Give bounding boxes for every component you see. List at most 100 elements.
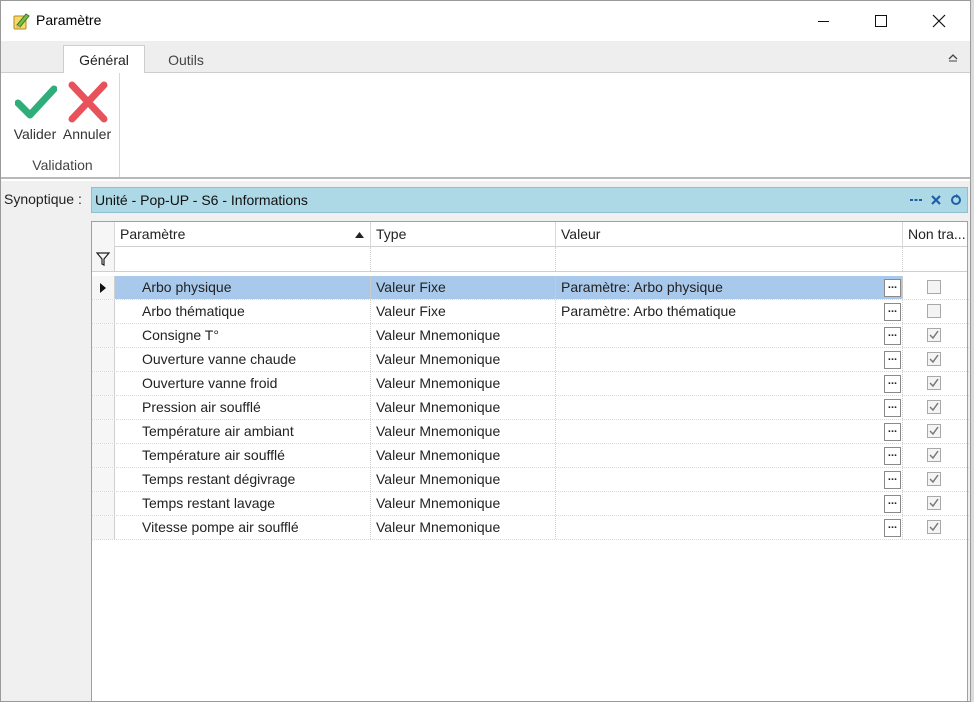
cell-parametre[interactable]: Température air soufflé (115, 444, 371, 467)
filter-valeur-input[interactable] (556, 247, 903, 271)
non-tra-checkbox[interactable] (927, 328, 941, 342)
cell-parametre[interactable]: Température air ambiant (115, 420, 371, 443)
row-indicator[interactable] (92, 372, 115, 395)
row-indicator[interactable] (92, 396, 115, 419)
non-tra-checkbox[interactable] (927, 352, 941, 366)
column-header-parametre[interactable]: Paramètre (115, 222, 371, 247)
row-indicator[interactable] (92, 444, 115, 467)
cell-parametre[interactable]: Pression air soufflé (115, 396, 371, 419)
non-tra-checkbox[interactable] (927, 448, 941, 462)
checkmark-icon (929, 378, 939, 388)
cell-type[interactable]: Valeur Mnemonique (371, 420, 556, 443)
ellipsis-button[interactable]: ... (884, 495, 901, 513)
table-row[interactable]: Temps restant dégivrage Valeur Mnemonique… (92, 468, 969, 492)
ellipsis-button[interactable]: ... (884, 423, 901, 441)
non-tra-checkbox[interactable] (927, 472, 941, 486)
row-indicator[interactable] (92, 468, 115, 491)
table-row[interactable]: Temps restant lavage Valeur Mnemonique... (92, 492, 969, 516)
cell-type[interactable]: Valeur Mnemonique (371, 348, 556, 371)
non-tra-checkbox[interactable] (927, 496, 941, 510)
cell-valeur[interactable]: Paramètre: Arbo thématique... (556, 300, 903, 323)
ellipsis-button[interactable]: ... (884, 519, 901, 537)
cross-icon (68, 81, 108, 123)
filter-type-input[interactable] (371, 247, 556, 271)
non-tra-checkbox[interactable] (927, 376, 941, 390)
table-row[interactable]: Température air soufflé Valeur Mnemonique… (92, 444, 969, 468)
non-tra-checkbox[interactable] (927, 520, 941, 534)
maximize-button[interactable] (852, 1, 910, 41)
cell-non-tra (903, 396, 969, 419)
collapse-ribbon-button[interactable] (946, 50, 960, 64)
cell-parametre[interactable]: Arbo thématique (115, 300, 371, 323)
cell-type[interactable]: Valeur Mnemonique (371, 468, 556, 491)
row-indicator[interactable] (92, 516, 115, 539)
valider-button[interactable]: Valider (9, 77, 61, 143)
filter-parametre-input[interactable] (115, 247, 371, 271)
cell-type[interactable]: Valeur Mnemonique (371, 324, 556, 347)
minimize-button[interactable] (794, 1, 852, 41)
table-row[interactable]: Ouverture vanne chaude Valeur Mnemonique.… (92, 348, 969, 372)
cell-valeur[interactable]: ... (556, 348, 903, 371)
tab-outils[interactable]: Outils (151, 45, 221, 74)
cell-parametre[interactable]: Ouverture vanne froid (115, 372, 371, 395)
ellipsis-button[interactable]: ... (884, 351, 901, 369)
table-row[interactable]: Vitesse pompe air soufflé Valeur Mnemoniq… (92, 516, 969, 540)
cell-valeur[interactable]: ... (556, 492, 903, 515)
remove-icon[interactable] (929, 193, 943, 207)
tab-general[interactable]: Général (63, 45, 145, 74)
non-tra-checkbox[interactable] (927, 424, 941, 438)
table-row[interactable]: Température air ambiant Valeur Mnemonique… (92, 420, 969, 444)
cell-valeur[interactable]: ... (556, 516, 903, 539)
cell-type[interactable]: Valeur Fixe (371, 300, 556, 323)
cell-parametre[interactable]: Arbo physique (115, 276, 371, 299)
row-indicator[interactable] (92, 300, 115, 323)
filter-icon (96, 252, 110, 266)
ellipsis-button[interactable]: ... (884, 471, 901, 489)
table-row[interactable]: Pression air soufflé Valeur Mnemonique... (92, 396, 969, 420)
cell-valeur[interactable]: ... (556, 468, 903, 491)
cell-valeur[interactable]: ... (556, 324, 903, 347)
table-row[interactable]: Arbo thématique Valeur Fixe Paramètre: Arb… (92, 300, 969, 324)
cell-type[interactable]: Valeur Fixe (371, 276, 556, 299)
table-row[interactable]: Ouverture vanne froid Valeur Mnemonique..… (92, 372, 969, 396)
ellipsis-icon[interactable] (909, 193, 923, 207)
column-header-valeur[interactable]: Valeur (556, 222, 903, 247)
cell-valeur[interactable]: ... (556, 420, 903, 443)
row-indicator[interactable] (92, 324, 115, 347)
ellipsis-button[interactable]: ... (884, 399, 901, 417)
non-tra-checkbox[interactable] (927, 280, 941, 294)
cell-type[interactable]: Valeur Mnemonique (371, 444, 556, 467)
cell-parametre[interactable]: Consigne T° (115, 324, 371, 347)
table-row[interactable]: Consigne T° Valeur Mnemonique... (92, 324, 969, 348)
cell-type[interactable]: Valeur Mnemonique (371, 372, 556, 395)
cell-parametre[interactable]: Temps restant lavage (115, 492, 371, 515)
non-tra-checkbox[interactable] (927, 304, 941, 318)
cell-type[interactable]: Valeur Mnemonique (371, 516, 556, 539)
cell-valeur[interactable]: ... (556, 396, 903, 419)
non-tra-checkbox[interactable] (927, 400, 941, 414)
cell-type[interactable]: Valeur Mnemonique (371, 396, 556, 419)
column-header-type[interactable]: Type (371, 222, 556, 247)
cell-valeur[interactable]: Paramètre: Arbo physique... (556, 276, 903, 299)
filter-non-tra-input[interactable] (903, 247, 969, 271)
refresh-icon[interactable] (949, 193, 963, 207)
row-indicator[interactable] (92, 276, 115, 299)
row-indicator[interactable] (92, 420, 115, 443)
ellipsis-button[interactable]: ... (884, 375, 901, 393)
column-header-non-tra[interactable]: Non tra... (903, 222, 969, 247)
cell-parametre[interactable]: Vitesse pompe air soufflé (115, 516, 371, 539)
cell-valeur[interactable]: ... (556, 372, 903, 395)
cell-parametre[interactable]: Ouverture vanne chaude (115, 348, 371, 371)
row-indicator[interactable] (92, 348, 115, 371)
ellipsis-button[interactable]: ... (884, 327, 901, 345)
row-indicator[interactable] (92, 492, 115, 515)
close-button[interactable] (910, 1, 968, 41)
ellipsis-button[interactable]: ... (884, 303, 901, 321)
table-row[interactable]: Arbo physique Valeur Fixe Paramètre: Arbo … (92, 276, 969, 300)
cell-valeur[interactable]: ... (556, 444, 903, 467)
cell-parametre[interactable]: Temps restant dégivrage (115, 468, 371, 491)
ellipsis-button[interactable]: ... (884, 279, 901, 297)
annuler-button[interactable]: Annuler (61, 77, 113, 143)
cell-type[interactable]: Valeur Mnemonique (371, 492, 556, 515)
ellipsis-button[interactable]: ... (884, 447, 901, 465)
